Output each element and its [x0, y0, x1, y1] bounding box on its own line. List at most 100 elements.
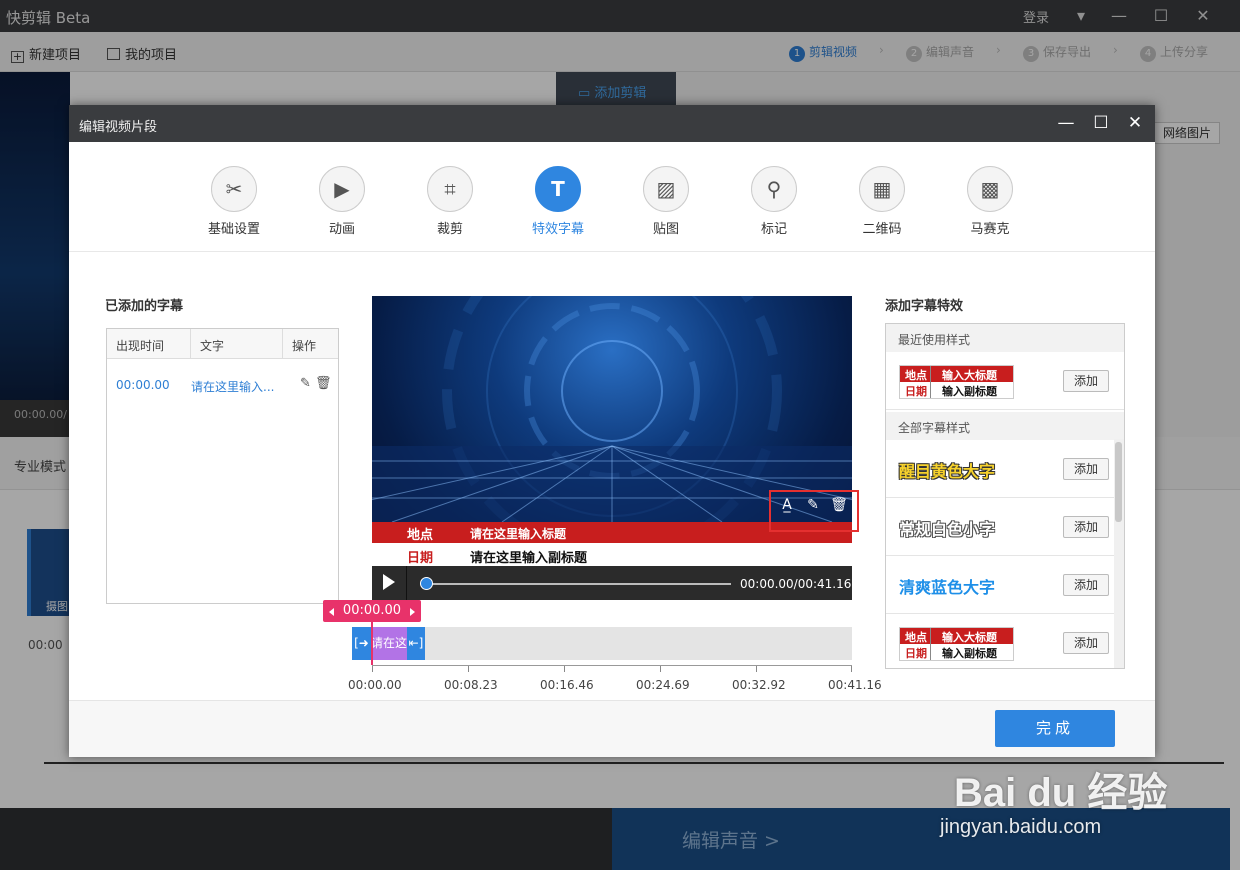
mini-label: 地点	[905, 369, 927, 382]
mini-divider	[930, 628, 931, 660]
table-row[interactable]: 00:00.00 请在这里输入... ✎ 🗑	[107, 359, 338, 409]
add-button[interactable]: 添加	[1063, 370, 1109, 392]
ruler-tick	[660, 666, 661, 672]
tool-effect-subtitle[interactable]: T 特效字幕	[513, 166, 603, 237]
row-text: 请在这里输入...	[191, 380, 275, 394]
mini-white-row: 日期 输入副标题	[900, 382, 1013, 398]
style-row-recent[interactable]: 地点 输入大标题 日期 输入副标题 添加	[886, 352, 1124, 410]
mini-white-row: 日期 输入副标题	[900, 644, 1013, 660]
subtitle-style-list: 最近使用样式 地点 输入大标题 日期 输入副标题 添加 全部字幕样式 醒目黄色大字 …	[885, 323, 1125, 669]
ruler-tick	[468, 666, 469, 672]
tool-label: 二维码	[862, 222, 902, 237]
style-preview: 醒目黄色大字	[899, 462, 996, 481]
dialog-maximize-icon[interactable]: ☐	[1087, 111, 1115, 135]
mini-red-row: 地点 输入大标题	[900, 366, 1013, 382]
subtitle-location-label: 地点	[407, 528, 434, 543]
progress-track[interactable]	[424, 583, 731, 585]
tool-label: 裁剪	[436, 222, 463, 237]
add-button[interactable]: 添加	[1063, 574, 1109, 596]
dialog-close-icon[interactable]: ✕	[1121, 111, 1149, 135]
scissors-icon: ✂	[211, 166, 257, 212]
subtitle-main-text: 请在这里输入标题	[470, 527, 567, 541]
subtitle-table-header: 出现时间 文字 操作	[107, 329, 338, 359]
tool-label: 特效字幕	[531, 222, 584, 237]
watermark-logo: Bai du 经验	[954, 771, 1168, 815]
clip-right-handle[interactable]: ⇤]	[407, 627, 425, 660]
tool-tabs: ✂ 基础设置 ▶ 动画 ⌗ 裁剪 T 特效字幕 ▨ 贴图 ⚲ 标记 ▦ 二维码 ▩ 马赛克	[69, 142, 1155, 252]
style-row-white[interactable]: 常规白色小字 添加	[886, 498, 1114, 556]
ruler-label: 00:24.69	[636, 678, 690, 692]
style-row-blue[interactable]: 清爽蓝色大字 添加	[886, 556, 1114, 614]
qrcode-icon: ▦	[859, 166, 905, 212]
control-divider	[406, 566, 407, 600]
add-effects-title: 添加字幕特效	[885, 299, 964, 314]
step-forward-icon[interactable]	[410, 608, 415, 616]
added-subtitles-title: 已添加的字幕	[105, 299, 184, 314]
mini-title: 输入大标题	[942, 369, 997, 382]
current-time-tag[interactable]: 00:00.00	[323, 600, 421, 622]
subtitle-date-label: 日期	[407, 551, 434, 566]
row-actions: ✎ 🗑	[300, 376, 332, 391]
animation-icon: ▶	[319, 166, 365, 212]
step-back-icon[interactable]	[329, 608, 334, 616]
col-text: 文字	[200, 339, 225, 353]
video-controls: 00:00.00/00:41.16	[372, 566, 852, 600]
ruler-label: 00:00.00	[348, 678, 402, 692]
dialog-footer	[69, 700, 1155, 757]
tool-crop[interactable]: ⌗ 裁剪	[405, 166, 495, 237]
mini-subtitle: 输入副标题	[942, 385, 997, 398]
watermark-url: jingyan.baidu.com	[940, 816, 1102, 838]
style-row-yellow[interactable]: 醒目黄色大字 添加	[886, 440, 1114, 498]
mini-red-row: 地点 输入大标题	[900, 628, 1013, 644]
recent-styles-header: 最近使用样式	[886, 324, 1124, 352]
tool-qrcode[interactable]: ▦ 二维码	[837, 166, 927, 237]
style-row-red-banner[interactable]: 地点 输入大标题 日期 输入副标题 添加	[886, 614, 1114, 668]
subtitle-sub-bar[interactable]: 日期 请在这里输入副标题	[372, 543, 852, 566]
timeline-ruler	[372, 665, 852, 675]
ruler-tick	[564, 666, 565, 672]
tool-animation[interactable]: ▶ 动画	[297, 166, 387, 237]
scrollbar-thumb[interactable]	[1115, 442, 1122, 522]
trash-icon[interactable]: 🗑	[315, 376, 332, 391]
subtitle-clip[interactable]: 请在这	[371, 627, 407, 660]
crop-icon: ⌗	[427, 166, 473, 212]
tool-basic-settings[interactable]: ✂ 基础设置	[189, 166, 279, 237]
col-time: 出现时间	[116, 339, 165, 353]
image-icon: ▨	[643, 166, 689, 212]
tool-label: 马赛克	[970, 222, 1010, 237]
dialog-minimize-icon[interactable]: —	[1052, 111, 1080, 135]
dialog-header: 编辑视频片段 — ☐ ✕	[69, 105, 1155, 142]
edit-icon[interactable]: ✎	[300, 376, 311, 391]
style-preview: 常规白色小字	[899, 520, 996, 539]
progress-knob[interactable]	[420, 577, 433, 590]
tool-sticker[interactable]: ▨ 贴图	[621, 166, 711, 237]
done-button[interactable]: 完成	[995, 710, 1115, 747]
ruler-label: 00:41.16	[828, 678, 882, 692]
clip-left-handle[interactable]: [➜	[352, 627, 371, 660]
add-button[interactable]: 添加	[1063, 516, 1109, 538]
highlight-box	[769, 490, 859, 532]
subtitle-timeline-track[interactable]: [➜ 请在这 ⇤]	[352, 627, 852, 660]
edit-clip-dialog: 编辑视频片段 — ☐ ✕ ✂ 基础设置 ▶ 动画 ⌗ 裁剪 T 特效字幕 ▨ 贴图 ⚲ 标记…	[69, 105, 1155, 757]
subtitle-table: 出现时间 文字 操作 00:00.00 请在这里输入... ✎ 🗑	[106, 328, 339, 604]
ruler-label: 00:08.23	[444, 678, 498, 692]
add-button[interactable]: 添加	[1063, 632, 1109, 654]
play-icon[interactable]	[383, 574, 395, 590]
pin-icon: ⚲	[751, 166, 797, 212]
subtitle-secondary-text: 请在这里输入副标题	[470, 551, 588, 566]
tool-label: 基础设置	[207, 222, 260, 237]
all-styles-header: 全部字幕样式	[886, 412, 1124, 440]
row-time: 00:00.00	[116, 378, 170, 392]
playhead[interactable]	[371, 617, 373, 665]
style-preview-red-banner: 地点 输入大标题 日期 输入副标题	[899, 627, 1014, 661]
dialog-title: 编辑视频片段	[79, 120, 158, 135]
column-divider	[282, 329, 283, 358]
tool-label: 贴图	[652, 222, 679, 237]
mini-title: 输入大标题	[942, 631, 997, 644]
ruler-tick	[756, 666, 757, 672]
tool-marker[interactable]: ⚲ 标记	[729, 166, 819, 237]
add-button[interactable]: 添加	[1063, 458, 1109, 480]
tool-mosaic[interactable]: ▩ 马赛克	[945, 166, 1035, 237]
style-preview: 清爽蓝色大字	[899, 578, 996, 597]
current-time: 00:00.00	[342, 603, 402, 618]
